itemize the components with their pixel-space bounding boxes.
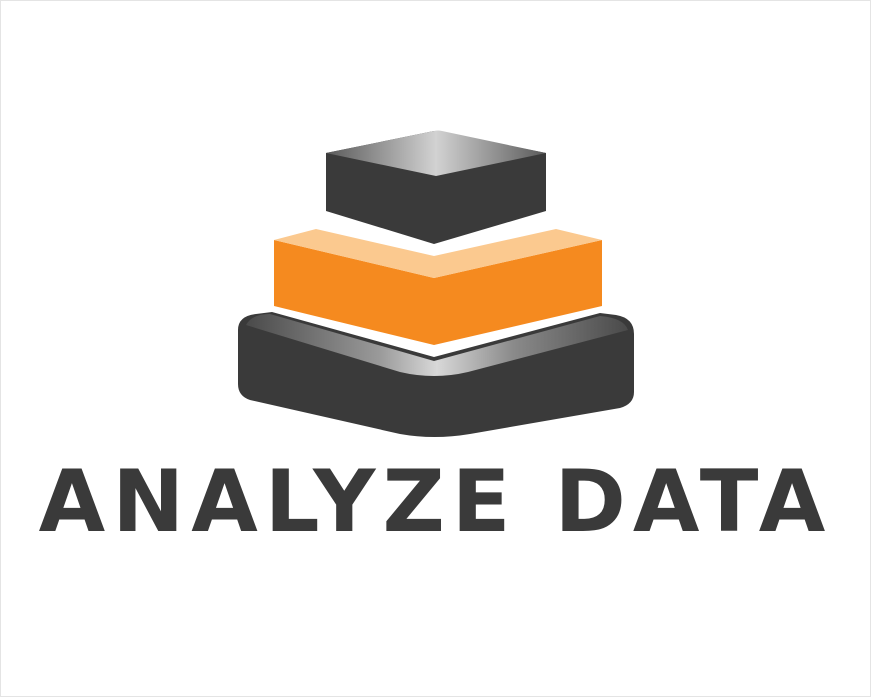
logo-wordmark: ANALYZE DATA — [38, 452, 833, 552]
top-layer — [326, 130, 546, 244]
stacked-layers-icon — [238, 130, 634, 437]
